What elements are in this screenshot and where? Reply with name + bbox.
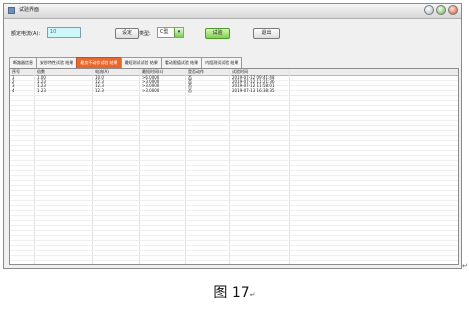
row-divider bbox=[10, 225, 458, 226]
row-divider bbox=[10, 155, 458, 156]
caption-text: 图 17 bbox=[213, 285, 250, 301]
minimize-icon[interactable] bbox=[424, 5, 434, 15]
row-divider bbox=[10, 140, 458, 141]
test-window: 试验界面 额定电流(A): 10 设定 类型: C型 ▾ 试验 退出 断路器信息… bbox=[3, 3, 462, 269]
row-divider bbox=[10, 195, 458, 196]
row-divider bbox=[10, 235, 458, 236]
results-table: 序号 倍数 电流(A) 最短时间(s) 是否动作 试验时间 1 1.00 10.0 >6.000… bbox=[9, 68, 459, 265]
row-divider bbox=[10, 220, 458, 221]
tab-3[interactable]: 最短测试试验 结果 bbox=[120, 57, 162, 68]
row-divider bbox=[10, 230, 458, 231]
table-row[interactable]: 4 1.23 12.3 >3.0000 否 2019-07-13 16:38:35 bbox=[10, 88, 458, 93]
maximize-icon[interactable] bbox=[436, 5, 446, 15]
column-header[interactable]: 试验时间 bbox=[232, 69, 248, 74]
table-cell: 否 bbox=[188, 87, 192, 93]
set-button[interactable]: 设定 bbox=[115, 28, 139, 39]
rated-current-label: 额定电流(A): bbox=[11, 31, 41, 37]
tab-0[interactable]: 断路器信息 bbox=[9, 57, 37, 68]
row-divider bbox=[10, 200, 458, 201]
row-divider bbox=[10, 100, 458, 101]
tab-2[interactable]: 最良不动作试验 结果 bbox=[76, 57, 122, 68]
row-divider bbox=[10, 170, 458, 171]
row-divider bbox=[10, 165, 458, 166]
test-button[interactable]: 试验 bbox=[205, 28, 230, 39]
chevron-down-icon[interactable]: ▾ bbox=[174, 28, 183, 37]
row-divider bbox=[10, 105, 458, 106]
caption-return-mark: ↵ bbox=[249, 291, 256, 299]
row-divider bbox=[10, 250, 458, 251]
row-divider bbox=[10, 205, 458, 206]
type-label: 类型: bbox=[139, 31, 151, 37]
table-cell: 2019-07-13 16:38:35 bbox=[232, 87, 275, 93]
title-bar: 试验界面 bbox=[4, 4, 461, 19]
exit-button[interactable]: 退出 bbox=[253, 28, 280, 39]
row-divider bbox=[10, 245, 458, 246]
tab-5[interactable]: 内阻测试试验 结果 bbox=[201, 57, 243, 68]
row-divider bbox=[10, 190, 458, 191]
row-divider bbox=[10, 95, 458, 96]
row-divider bbox=[10, 110, 458, 111]
tab-1[interactable]: 安秒特性试验 结果 bbox=[36, 57, 78, 68]
window-title: 试验界面 bbox=[19, 7, 40, 13]
window-controls bbox=[424, 5, 458, 16]
row-divider bbox=[10, 180, 458, 181]
app-icon bbox=[8, 7, 15, 14]
column-header[interactable]: 最短时间(s) bbox=[142, 69, 163, 74]
table-cell: >3.0000 bbox=[142, 87, 160, 93]
table-cell: 1.23 bbox=[37, 87, 46, 93]
row-divider bbox=[10, 120, 458, 121]
paragraph-mark: ↵ bbox=[462, 262, 468, 270]
row-divider bbox=[10, 185, 458, 186]
row-divider bbox=[10, 135, 458, 136]
tab-bar: 断路器信息 安秒特性试验 结果 最良不动作试验 结果 最短测试试验 结果 看动限值试验 … bbox=[9, 57, 243, 68]
tab-4[interactable]: 看动限值试验 结果 bbox=[160, 57, 203, 68]
row-divider bbox=[10, 160, 458, 161]
row-divider bbox=[10, 115, 458, 116]
row-divider bbox=[10, 240, 458, 241]
row-divider bbox=[10, 215, 458, 216]
close-icon[interactable] bbox=[448, 5, 458, 15]
column-header[interactable]: 倍数 bbox=[37, 69, 45, 74]
row-divider bbox=[10, 130, 458, 131]
row-divider bbox=[10, 260, 458, 261]
row-divider bbox=[10, 125, 458, 126]
row-divider bbox=[10, 145, 458, 146]
rated-current-input[interactable]: 10 bbox=[47, 27, 81, 38]
type-select-value: C型 bbox=[160, 29, 169, 35]
table-cell: 4 bbox=[12, 87, 15, 93]
row-divider bbox=[10, 210, 458, 211]
row-divider bbox=[10, 150, 458, 151]
row-divider bbox=[10, 255, 458, 256]
column-header[interactable]: 是否动作 bbox=[188, 69, 204, 74]
row-divider bbox=[10, 175, 458, 176]
column-header[interactable]: 序号 bbox=[12, 69, 20, 74]
table-cell: 12.3 bbox=[95, 87, 104, 93]
column-header[interactable]: 电流(A) bbox=[95, 69, 109, 74]
type-select[interactable]: C型 ▾ bbox=[157, 27, 184, 38]
figure-caption: 图 17↵ bbox=[0, 284, 469, 304]
